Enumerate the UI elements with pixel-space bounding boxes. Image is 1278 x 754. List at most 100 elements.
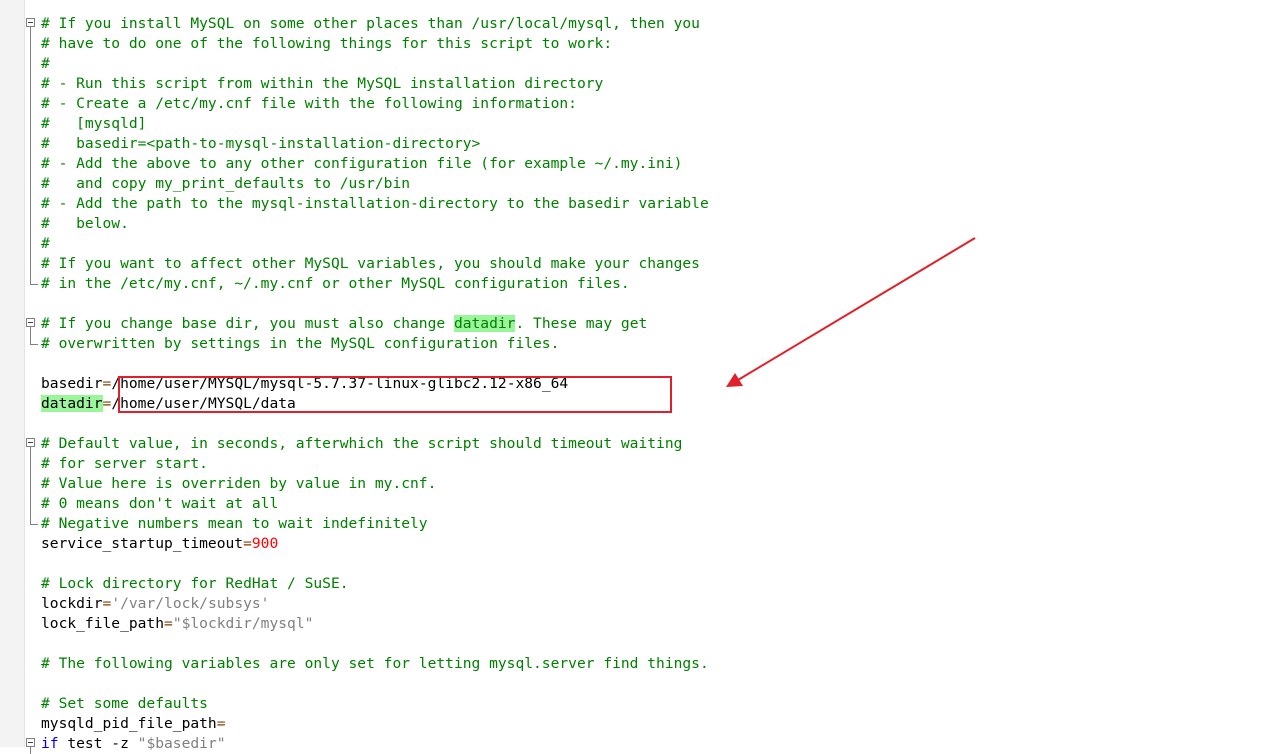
fold-toggle-icon[interactable]: [26, 14, 40, 34]
code-line[interactable]: lock_file_path="$lockdir/mysql": [0, 614, 1278, 634]
code-token: if: [41, 735, 59, 752]
code-token: # Value here is overriden by value in my…: [41, 475, 437, 492]
code-token: lockdir: [41, 595, 103, 612]
code-line[interactable]: # Lock directory for RedHat / SuSE.: [0, 574, 1278, 594]
code-token: # - Add the above to any other configura…: [41, 155, 683, 172]
code-token: =: [102, 595, 112, 612]
code-line[interactable]: # Negative numbers mean to wait indefini…: [0, 514, 1278, 534]
fold-line-marker: [26, 154, 40, 174]
fold-line-marker: [26, 494, 40, 514]
code-token: #: [41, 55, 50, 72]
fold-line-marker: [26, 34, 40, 54]
fold-line-marker: [26, 234, 40, 254]
code-line[interactable]: [0, 554, 1278, 574]
code-line[interactable]: # and copy my_print_defaults to /usr/bin: [0, 174, 1278, 194]
code-token: # have to do one of the following things…: [41, 35, 613, 52]
fold-line-marker: [26, 74, 40, 94]
code-line[interactable]: lockdir='/var/lock/subsys': [0, 594, 1278, 614]
code-token: # and copy my_print_defaults to /usr/bin: [41, 175, 411, 192]
code-line[interactable]: # Set some defaults: [0, 694, 1278, 714]
code-token: # basedir=<path-to-mysql-installation-di…: [41, 135, 481, 152]
code-token: =: [102, 395, 112, 412]
fold-line-marker: [26, 94, 40, 114]
code-line[interactable]: # If you change base dir, you must also …: [0, 314, 1278, 334]
highlight-box-annotation: [118, 376, 672, 413]
code-line[interactable]: # in the /etc/my.cnf, ~/.my.cnf or other…: [0, 274, 1278, 294]
code-token: . These may get: [515, 315, 648, 332]
code-token: # overwritten by settings in the MySQL c…: [41, 335, 560, 352]
code-token: # If you install MySQL on some other pla…: [41, 15, 700, 32]
code-token: # If you change base dir, you must also …: [41, 315, 454, 332]
code-token: =: [102, 375, 112, 392]
fold-line-marker: [26, 134, 40, 154]
code-token: service_startup_timeout: [41, 535, 244, 552]
code-token: # - Add the path to the mysql-installati…: [41, 195, 709, 212]
code-line[interactable]: # basedir=<path-to-mysql-installation-di…: [0, 134, 1278, 154]
code-line[interactable]: service_startup_timeout=900: [0, 534, 1278, 554]
code-token: # Default value, in seconds, afterwhich …: [41, 435, 683, 452]
code-token: mysqld_pid_file_path: [41, 715, 217, 732]
fold-line-marker: [26, 334, 40, 354]
code-token: "$lockdir/mysql": [172, 615, 314, 632]
code-token: =: [164, 615, 173, 632]
code-line[interactable]: [0, 414, 1278, 434]
code-token: # Lock directory for RedHat / SuSE.: [41, 575, 349, 592]
code-token: =: [243, 535, 252, 552]
code-line[interactable]: # - Add the path to the mysql-installati…: [0, 194, 1278, 214]
code-token: #: [41, 235, 50, 252]
code-token: =: [216, 715, 226, 732]
fold-line-marker: [26, 54, 40, 74]
fold-toggle-icon[interactable]: [26, 434, 40, 454]
code-line[interactable]: if test -z "$basedir": [0, 734, 1278, 754]
code-token: # Negative numbers mean to wait indefini…: [41, 515, 428, 532]
code-token: # If you want to affect other MySQL vari…: [41, 255, 700, 272]
code-token: # in the /etc/my.cnf, ~/.my.cnf or other…: [41, 275, 630, 292]
code-line[interactable]: [0, 634, 1278, 654]
fold-line-marker: [26, 214, 40, 234]
code-line[interactable]: # 0 means don't wait at all: [0, 494, 1278, 514]
code-line[interactable]: # If you install MySQL on some other pla…: [0, 14, 1278, 34]
code-line[interactable]: [0, 294, 1278, 314]
fold-line-marker: [26, 254, 40, 274]
code-line[interactable]: [0, 354, 1278, 374]
code-line[interactable]: # below.: [0, 214, 1278, 234]
code-line[interactable]: # - Add the above to any other configura…: [0, 154, 1278, 174]
code-line[interactable]: #: [0, 234, 1278, 254]
code-line[interactable]: mysqld_pid_file_path=: [0, 714, 1278, 734]
code-line[interactable]: #: [0, 54, 1278, 74]
code-token: datadir: [453, 315, 516, 332]
code-token: # 0 means don't wait at all: [41, 495, 279, 512]
fold-line-marker: [26, 174, 40, 194]
code-token: # [mysqld]: [41, 115, 147, 132]
code-line[interactable]: # for server start.: [0, 454, 1278, 474]
fold-line-marker: [26, 474, 40, 494]
code-line[interactable]: # overwritten by settings in the MySQL c…: [0, 334, 1278, 354]
code-token: datadir: [41, 395, 103, 412]
code-token: # Set some defaults: [41, 695, 208, 712]
fold-line-marker: [26, 194, 40, 214]
code-line[interactable]: # Value here is overriden by value in my…: [0, 474, 1278, 494]
code-token: # The following variables are only set f…: [41, 655, 709, 672]
code-token: '/var/lock/subsys': [111, 595, 270, 612]
fold-line-marker: [26, 454, 40, 474]
code-line[interactable]: # have to do one of the following things…: [0, 34, 1278, 54]
code-line[interactable]: # The following variables are only set f…: [0, 654, 1278, 674]
fold-toggle-icon[interactable]: [26, 314, 40, 334]
code-token: "$basedir": [137, 735, 226, 752]
code-token: # below.: [41, 215, 129, 232]
code-line[interactable]: # Default value, in seconds, afterwhich …: [0, 434, 1278, 454]
fold-line-marker: [26, 514, 40, 534]
fold-line-marker: [26, 274, 40, 294]
code-token: lock_file_path: [41, 615, 165, 632]
code-line[interactable]: # - Create a /etc/my.cnf file with the f…: [0, 94, 1278, 114]
fold-line-marker: [26, 114, 40, 134]
code-line[interactable]: [0, 674, 1278, 694]
code-line[interactable]: # If you want to affect other MySQL vari…: [0, 254, 1278, 274]
code-token: test -z: [58, 735, 138, 752]
code-line[interactable]: # [mysqld]: [0, 114, 1278, 134]
code-token: # for server start.: [41, 455, 208, 472]
fold-toggle-icon[interactable]: [26, 734, 40, 754]
code-token: 900: [251, 535, 279, 552]
code-token: # - Create a /etc/my.cnf file with the f…: [41, 95, 577, 112]
code-line[interactable]: # - Run this script from within the MySQ…: [0, 74, 1278, 94]
